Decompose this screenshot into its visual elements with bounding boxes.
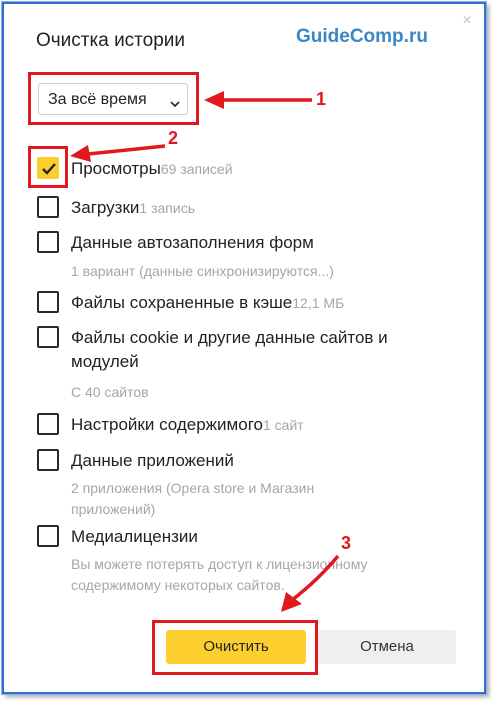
checkbox-app-data[interactable] [37,449,59,471]
item-meta: 69 записей [160,161,233,177]
checkbox-cookies[interactable] [37,326,59,348]
site-watermark: GuideComp.ru [296,26,428,47]
item-label: Просмотры69 записей [71,157,233,181]
checkbox-downloads[interactable] [37,196,59,218]
item-meta: 12,1 МБ [292,295,345,311]
checkbox-views[interactable] [37,157,59,179]
checkmark-icon [42,163,56,175]
item-label-text: Файлы cookie и другие данные сайтов и мо… [71,328,388,371]
item-label-text: Просмотры [71,159,161,178]
item-meta: 1 запись [139,200,195,216]
item-sub: 1 вариант (данные синхронизируются...) [71,263,334,279]
item-label: Файлы сохраненные в кэше12,1 МБ [71,291,344,315]
item-meta: 1 сайт [262,417,304,433]
item-label-text: Медиалицензии [71,527,198,546]
annotation-number-3: 3 [341,533,352,553]
annotation-number-1: 1 [316,89,327,109]
item-label: Загрузки1 запись [71,196,195,220]
item-label-text: Данные автозаполнения форм [71,233,314,252]
cancel-button[interactable]: Отмена [318,630,456,664]
item-sub: С 40 сайтов [71,384,149,400]
close-icon[interactable]: × [460,13,474,29]
item-label: Настройки содержимого1 сайт [71,413,304,437]
period-select-value: За всё время [48,91,147,108]
clear-button[interactable]: Очистить [166,630,306,664]
dialog-title: Очистка истории [36,30,186,51]
item-label-text: Файлы сохраненные в кэше [71,293,293,312]
item-sub: Вы можете потерять доступ к лицензионном… [71,556,368,593]
item-sub: 2 приложения (Opera store и Магазин прил… [71,480,315,517]
chevron-down-icon [170,95,180,113]
checkbox-cache[interactable] [37,291,59,313]
item-label-text: Настройки содержимого [71,415,263,434]
period-select[interactable]: За всё время [38,83,188,115]
annotation-number-2: 2 [168,128,179,148]
item-label-text: Данные приложений [71,451,234,470]
checkbox-content-settings[interactable] [37,413,59,435]
checkbox-media-licenses[interactable] [37,525,59,547]
item-label-text: Загрузки [71,198,140,217]
checkbox-autofill[interactable] [37,231,59,253]
